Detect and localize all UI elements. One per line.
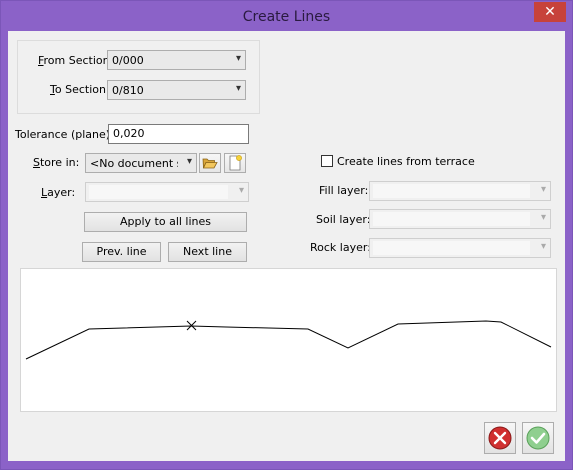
ok-button[interactable] xyxy=(522,422,554,454)
soil-layer-select[interactable]: ▾ xyxy=(369,209,551,229)
soil-layer-value xyxy=(373,212,530,226)
apply-all-lines-button[interactable]: Apply to all lines xyxy=(84,212,247,232)
soil-layer-label: Soil layer: xyxy=(316,213,371,226)
to-section-label: To Section: xyxy=(50,83,110,96)
to-section-value: 0/810 xyxy=(112,84,144,97)
profile-preview-canvas[interactable] xyxy=(20,268,557,412)
fill-layer-label: Fill layer: xyxy=(319,184,369,197)
open-document-button[interactable] xyxy=(199,153,221,173)
new-document-button[interactable] xyxy=(224,153,246,173)
from-section-value: 0/000 xyxy=(112,54,144,67)
rock-layer-select[interactable]: ▾ xyxy=(369,238,551,258)
tolerance-input[interactable] xyxy=(108,124,249,144)
rock-layer-label: Rock layer: xyxy=(310,241,371,254)
dialog-window: Create Lines ✕ From Section: 0/000 ▾ To … xyxy=(0,0,573,470)
title-bar[interactable]: Create Lines ✕ xyxy=(1,1,572,31)
tolerance-field[interactable] xyxy=(109,125,248,142)
fill-layer-value xyxy=(373,184,530,198)
window-title: Create Lines xyxy=(242,9,331,25)
create-from-terrace-label[interactable]: Create lines from terrace xyxy=(337,155,475,168)
chevron-down-icon: ▾ xyxy=(540,241,546,252)
chevron-down-icon: ▾ xyxy=(238,185,244,196)
rock-layer-value xyxy=(373,241,530,255)
ok-icon xyxy=(526,426,550,450)
cancel-button[interactable] xyxy=(484,422,516,454)
chevron-down-icon: ▾ xyxy=(540,212,546,223)
chevron-down-icon: ▾ xyxy=(235,53,241,64)
chevron-down-icon: ▾ xyxy=(186,156,192,167)
store-in-value: <No document sele xyxy=(90,157,178,170)
store-in-select[interactable]: <No document sele ▾ xyxy=(85,153,197,173)
layer-label: Layer: xyxy=(41,186,76,199)
cancel-icon xyxy=(488,426,512,450)
layer-select[interactable]: ▾ xyxy=(85,182,249,202)
tolerance-label: Tolerance (plane): xyxy=(15,128,114,141)
to-section-select[interactable]: 0/810 ▾ xyxy=(107,80,246,100)
close-window-button[interactable]: ✕ xyxy=(534,2,566,22)
from-section-select[interactable]: 0/000 ▾ xyxy=(107,50,246,70)
profile-line xyxy=(25,320,552,360)
cross-marker-icon xyxy=(186,320,197,331)
dialog-content: From Section: 0/000 ▾ To Section: 0/810 … xyxy=(8,31,565,461)
layer-value xyxy=(89,185,228,199)
chevron-down-icon: ▾ xyxy=(540,184,546,195)
next-line-button[interactable]: Next line xyxy=(168,242,247,262)
prev-line-button[interactable]: Prev. line xyxy=(82,242,161,262)
create-from-terrace-checkbox[interactable] xyxy=(321,155,333,167)
new-document-icon xyxy=(229,155,242,171)
from-section-label: From Section: xyxy=(38,54,114,67)
folder-open-icon xyxy=(202,158,218,169)
fill-layer-select[interactable]: ▾ xyxy=(369,181,551,201)
store-in-label: Store in: xyxy=(33,156,80,169)
profile-line-drawing xyxy=(25,320,552,360)
chevron-down-icon: ▾ xyxy=(235,83,241,94)
